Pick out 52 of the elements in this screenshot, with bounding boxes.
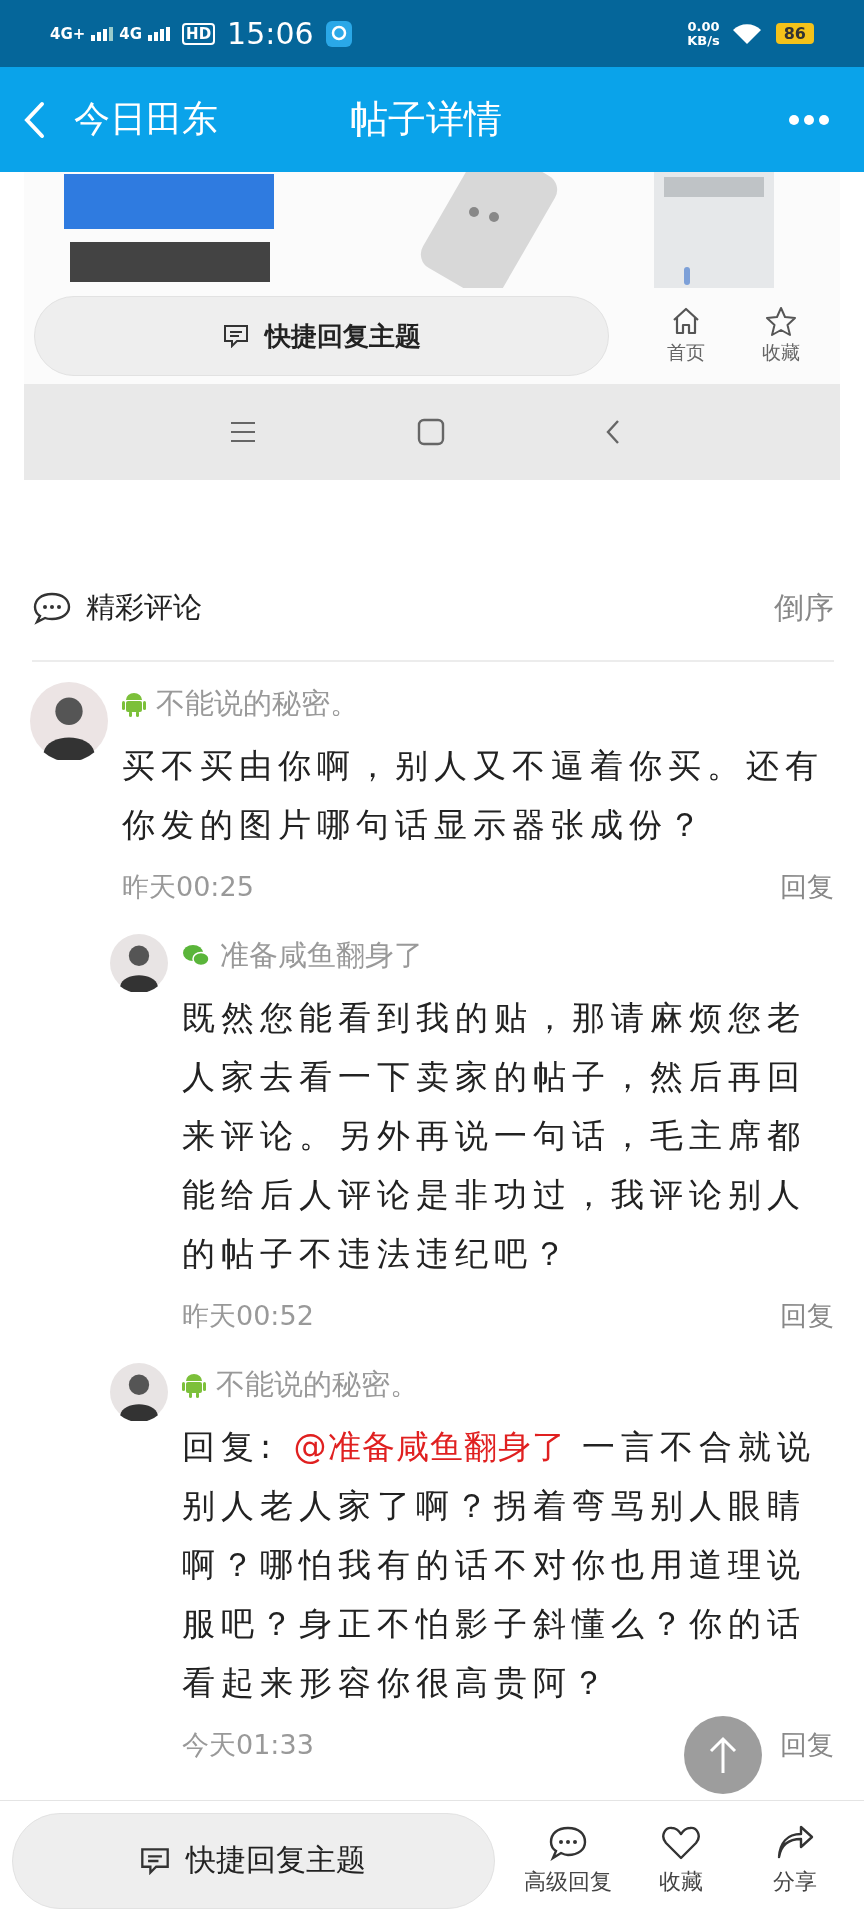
page-title: 帖子详情 [350,96,502,143]
timestamp: 昨天00:52 [182,1299,314,1333]
speed-value: 0.00 [687,19,720,34]
home-button[interactable]: 首页 [639,305,734,367]
heart-icon [661,1824,702,1861]
advanced-reply-button[interactable]: 高级回复 [513,1823,622,1898]
signal-label: 4G+ [50,24,86,43]
back-icon[interactable] [605,418,621,446]
wechat-icon [182,944,210,968]
hd-badge: HD [182,22,216,45]
timestamp: 昨天00:25 [122,870,254,904]
sort-toggle[interactable]: 倒序 [774,587,834,629]
wifi-icon [731,21,762,46]
app-icon [325,20,352,47]
reply-link[interactable]: 回复 [780,1727,834,1763]
mention-link[interactable]: @准备咸鱼翻身了 [293,1427,566,1466]
menu-icon[interactable] [229,420,257,444]
battery-icon: 86 [775,23,814,44]
share-icon [775,1824,816,1861]
chat-icon [547,1824,588,1861]
android-icon [122,691,146,717]
section-title: 精彩评论 [86,589,202,626]
more-icon[interactable] [788,113,830,126]
back-button[interactable]: 今日田东 [22,95,218,144]
signal-label: 4G [119,24,143,43]
signal-icon [91,26,114,41]
username[interactable]: 不能说的秘密。 [156,684,359,724]
speed-unit: KB/s [687,33,720,48]
reply-link[interactable]: 回复 [780,869,834,905]
signal-icon [148,26,171,41]
quick-reply-button[interactable]: 快捷回复主题 [12,1812,495,1909]
username[interactable]: 不能说的秘密。 [216,1365,419,1405]
favorite-button[interactable]: 收藏 [733,305,828,367]
android-icon [182,1372,206,1398]
timestamp: 今天01:33 [182,1728,314,1762]
reply-link[interactable]: 回复 [780,1298,834,1334]
back-icon [22,99,46,140]
comment-icon [222,324,249,348]
avatar [110,934,168,992]
chat-icon [32,591,72,625]
arrow-up-icon [708,1735,738,1775]
star-icon [764,306,797,336]
comment-text: 既然您能看到我的贴，那请麻烦您老人家去看一下卖家的帖子，然后再回来评论。另外再说一句话，毛主席都能给后人评论是非功过，我评论别人的帖子不违法违纪吧？ [182,997,807,1275]
share-button[interactable]: 分享 [741,1823,849,1898]
favorite-button[interactable]: 收藏 [627,1823,736,1898]
comment-text: 买不买由你啊，别人又不逼着你买。还有你发的图片哪句话显示器张成份？ [122,745,825,846]
comment-icon [140,1846,171,1875]
avatar [110,1363,168,1421]
quick-reply-button[interactable]: 快捷回复主题 [34,296,610,376]
username[interactable]: 准备咸鱼翻身了 [220,936,423,976]
clock: 15:06 [227,16,314,51]
comment-text: 回复: @准备咸鱼翻身了 一言不合就说别人老人家了啊？拐着弯骂别人眼睛啊？哪怕我有的话不对你也用道理说服吧？身正不怕影子斜懂么？你的话看起来形容你很高贵阿？ [182,1426,818,1704]
